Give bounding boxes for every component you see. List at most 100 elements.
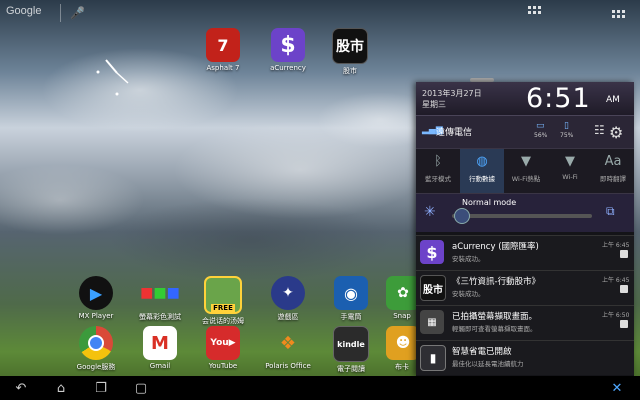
- gmail-icon: M: [143, 326, 177, 360]
- youtube-icon: You▶: [206, 326, 240, 360]
- app-label: 会说话的汤姆: [202, 317, 244, 325]
- app-label: aCurrency: [270, 64, 306, 72]
- toggle-label: 行動數據: [469, 175, 495, 183]
- dollar-icon: $: [271, 28, 305, 62]
- car-icon: 7: [206, 28, 240, 62]
- time-text: 6:51: [526, 83, 591, 114]
- bluetooth-icon: ᛒ: [434, 154, 442, 169]
- notification-text: 安裝成功。: [452, 290, 485, 298]
- leaf-icon: ✿: [386, 276, 420, 310]
- chrome-icon: [79, 326, 113, 360]
- reader-icon: ☻: [386, 326, 420, 360]
- wifi-icon: ▼: [565, 154, 575, 169]
- app-label: 股市: [343, 67, 357, 75]
- app-label: MX Player: [78, 312, 114, 320]
- notification-time: 上午 6:45: [602, 277, 630, 284]
- app-label: Google服務: [76, 363, 116, 371]
- notification-title: 智慧省電已開啟: [452, 347, 512, 357]
- app-label: 電子閱讀: [337, 365, 365, 373]
- menu-grid-icon[interactable]: [612, 10, 626, 20]
- analog-clock[interactable]: [92, 48, 142, 98]
- app-talking-tom[interactable]: FREE 会说话的汤姆: [195, 276, 251, 326]
- app-reader[interactable]: ☻ 布卡: [386, 326, 420, 372]
- app-acurrency[interactable]: $ aCurrency: [260, 28, 316, 72]
- app-asphalt[interactable]: 7 Asphalt 7: [195, 28, 251, 72]
- toggle-wifi-hotspot[interactable]: ▼ Wi-Fi熱點: [504, 149, 548, 193]
- app-stock[interactable]: 股市 股市: [322, 28, 378, 76]
- app-flashlight[interactable]: ◉ 手電筒: [323, 276, 379, 322]
- app-label: Asphalt 7: [206, 64, 240, 72]
- app-games[interactable]: ✦ 遊戲區: [260, 276, 316, 322]
- settings-adjust-icon[interactable]: ☷: [594, 123, 605, 137]
- app-google-services[interactable]: Google服務: [68, 326, 124, 372]
- toggle-wifi[interactable]: ▼ Wi-Fi: [548, 149, 592, 193]
- battery-status: ▭ 56% ▯ 75%: [534, 121, 594, 143]
- notification-item[interactable]: ▮ 智慧省電已開啟 最佳化以延長電池續航力: [416, 340, 634, 375]
- notification-text: 最佳化以延長電池續航力: [452, 360, 524, 368]
- app-kindle[interactable]: kindle 電子閱讀: [323, 326, 379, 374]
- cat-icon: FREE: [204, 276, 242, 314]
- game-icon: ✦: [271, 276, 305, 310]
- notification-panel: 2013年3月27日 星期三 6:51 AM ▂▄▆ 遠傳電信 ▭ 56% ▯ …: [416, 82, 634, 376]
- notification-text: 輕觸即可查看螢幕擷取畫面。: [452, 325, 537, 333]
- app-label: 遊戲區: [277, 313, 299, 321]
- brightness-slider[interactable]: [452, 214, 592, 218]
- auto-brightness-icon[interactable]: ✳: [424, 204, 436, 220]
- mode-name: Normal mode: [462, 198, 517, 207]
- cubes-icon: ■ ■ ■: [140, 285, 180, 301]
- brightness-knob[interactable]: [454, 208, 470, 224]
- tablet-battery-text: 56%: [534, 132, 548, 139]
- app-color-test[interactable]: ■ ■ ■ 螢幕彩色測試: [132, 276, 188, 322]
- panel-header: 2013年3月27日 星期三 6:51 AM: [416, 82, 634, 115]
- text-icon: 股市: [332, 28, 368, 64]
- app-mxplayer[interactable]: ▶ MX Player: [68, 276, 124, 320]
- notification-title: aCurrency (國際匯率): [452, 242, 539, 252]
- notification-item[interactable]: $ aCurrency (國際匯率) 安裝成功。 上午 6:45: [416, 235, 634, 270]
- toggle-label: 藍牙模式: [425, 175, 451, 183]
- notification-item[interactable]: ▦ 已拍攝螢幕擷取畫面。 輕觸即可查看螢幕擷取畫面。 上午 6:50: [416, 305, 634, 340]
- app-label: YouTube: [208, 362, 238, 370]
- translate-icon: Aa: [604, 154, 622, 169]
- close-icon[interactable]: ✕: [608, 380, 626, 396]
- app-label: 螢幕彩色測試: [139, 313, 181, 321]
- globe-icon: ◍: [476, 154, 488, 169]
- dock-battery-icon: ▯: [564, 121, 569, 131]
- app-label: 手電筒: [340, 313, 362, 321]
- app-label: Snap: [393, 312, 411, 320]
- toggle-mobile-data[interactable]: ◍ 行動數據: [460, 149, 504, 193]
- app-snap[interactable]: ✿ Snap: [386, 276, 420, 320]
- notification-text: 安裝成功。: [452, 255, 485, 263]
- day-text: 星期三: [422, 100, 446, 109]
- notification-time: 上午 6:45: [602, 242, 630, 249]
- recents-icon[interactable]: ❐: [92, 380, 110, 396]
- dollar-icon: $: [420, 240, 444, 264]
- play-icon: ▶: [79, 276, 113, 310]
- app-polaris[interactable]: ❖ Polaris Office: [260, 326, 316, 371]
- wifi-hotspot-icon: ▼: [521, 154, 531, 169]
- date-text: 2013年3月27日: [422, 89, 482, 98]
- app-youtube[interactable]: You▶ YouTube: [195, 326, 251, 370]
- toggle-bluetooth[interactable]: ᛒ 藍牙模式: [416, 149, 460, 193]
- app-gmail[interactable]: M Gmail: [132, 326, 188, 370]
- toggle-label: Wi-Fi熱點: [511, 175, 541, 183]
- carrier-row: ▂▄▆ 遠傳電信 ▭ 56% ▯ 75% ☷ ⚙: [416, 115, 634, 148]
- display-mode-icon[interactable]: ⧉: [606, 204, 615, 219]
- tablet-battery-icon: ▭: [536, 121, 545, 131]
- notification-item[interactable]: 股市 《三竹資訊-行動股市》 安裝成功。 上午 6:45: [416, 270, 634, 305]
- text-icon: 股市: [420, 275, 446, 301]
- screenshot-icon: ▦: [420, 310, 444, 334]
- image-icon: [620, 320, 628, 328]
- apps-grid-icon[interactable]: [528, 6, 542, 16]
- home-icon[interactable]: ⌂: [52, 380, 70, 396]
- flashlight-icon: ◉: [334, 276, 368, 310]
- screenshot-icon[interactable]: ▢: [132, 380, 150, 396]
- toggle-translate[interactable]: Aa 即時翻譯: [592, 149, 634, 193]
- notification-title: 《三竹資訊-行動股市》: [452, 277, 541, 287]
- google-search-bar[interactable]: Google: [6, 5, 58, 21]
- office-icon: ❖: [279, 332, 297, 354]
- microphone-icon[interactable]: 🎤: [70, 6, 85, 20]
- back-icon[interactable]: ↶: [12, 380, 30, 396]
- gear-icon[interactable]: ⚙: [609, 123, 627, 142]
- carrier-name: 遠傳電信: [436, 128, 473, 138]
- free-badge: FREE: [211, 304, 235, 312]
